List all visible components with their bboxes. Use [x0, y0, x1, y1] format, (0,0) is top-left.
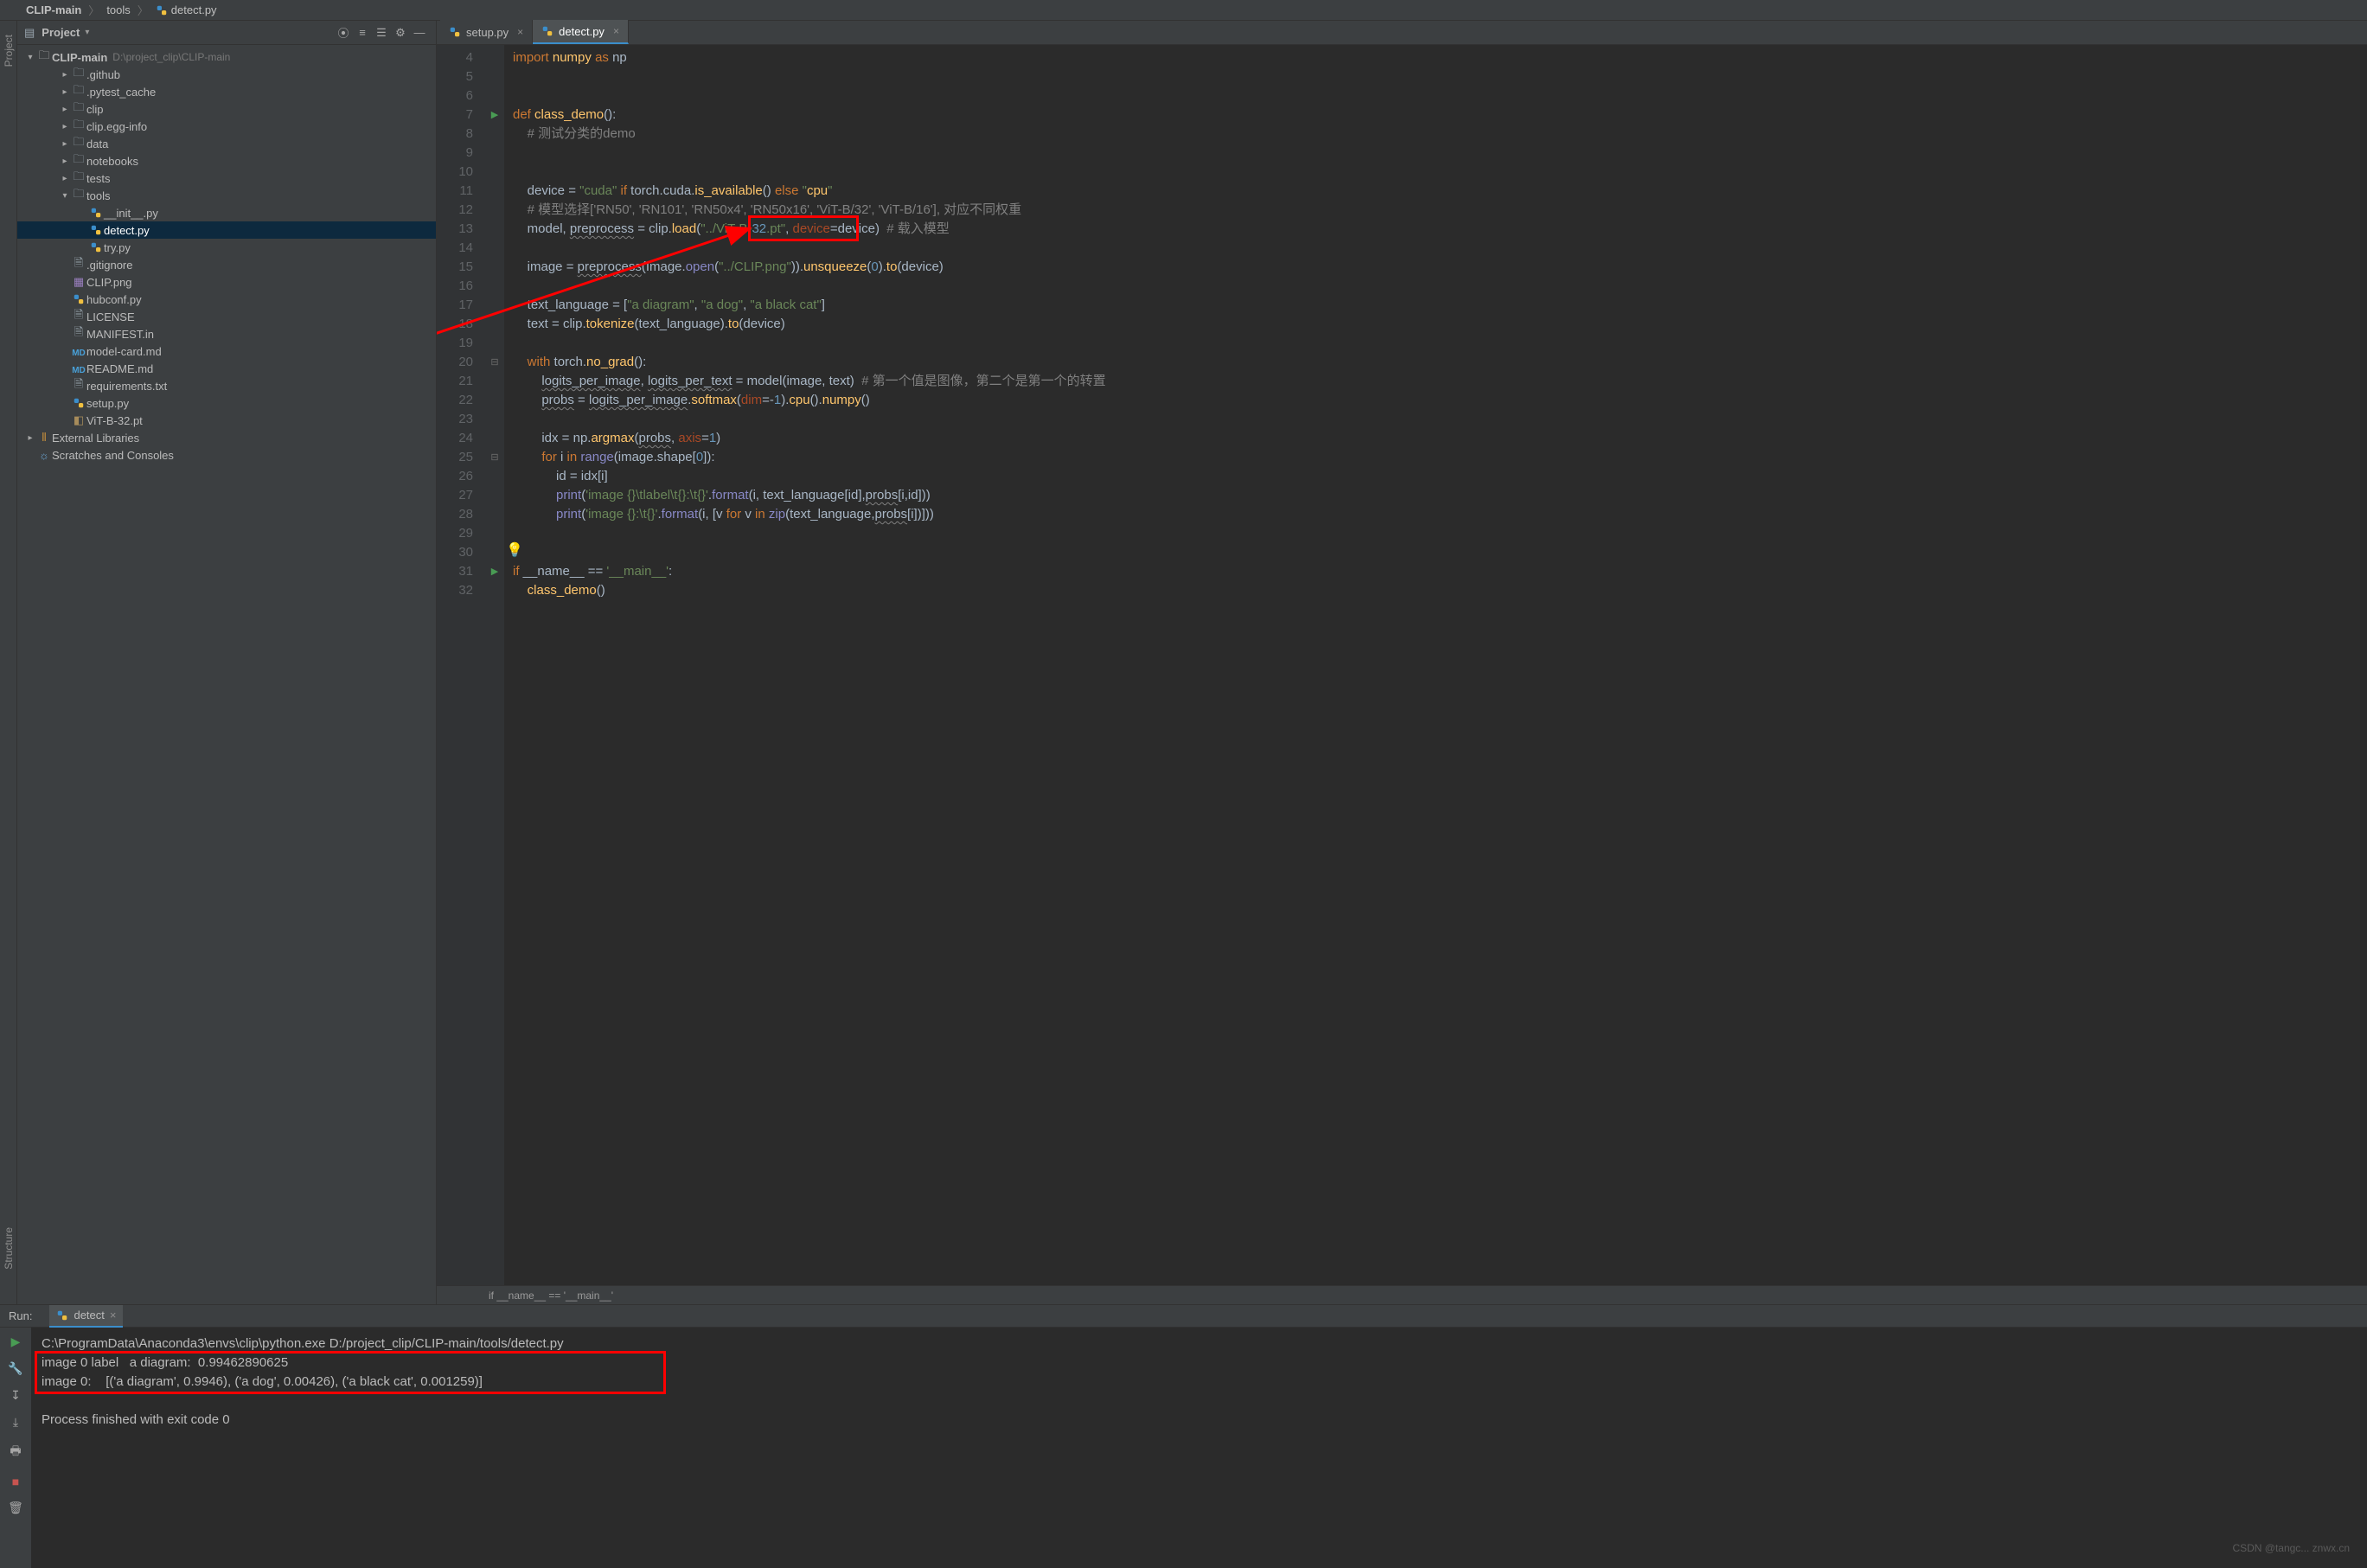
- breadcrumb-folder[interactable]: tools: [106, 3, 130, 16]
- editor-breadcrumb[interactable]: if __name__ == '__main__': [437, 1285, 2367, 1304]
- tree-item-__init__.py[interactable]: __init__.py: [17, 204, 436, 221]
- gutter-line-numbers: 4567891011121314151617181920212223242526…: [437, 45, 485, 1285]
- close-icon[interactable]: ×: [110, 1309, 117, 1322]
- gear-icon[interactable]: ⚙: [391, 26, 410, 40]
- tree-item-tests[interactable]: ▸ 🗀 tests: [17, 170, 436, 187]
- tree-external-libraries[interactable]: ▸⫴External Libraries: [17, 429, 436, 446]
- tree-item-tools[interactable]: ▾ 🗀 tools: [17, 187, 436, 204]
- run-tab-detect[interactable]: detect ×: [49, 1305, 123, 1328]
- console-line: [42, 1392, 2357, 1411]
- tree-root[interactable]: ▾🗀CLIP-mainD:\project_clip\CLIP-main: [17, 48, 436, 66]
- project-toolwindow: ▤ Project ▾ ⦿ ≡ ☰ ⚙ — ▾🗀CLIP-mainD:\proj…: [17, 21, 437, 1304]
- tab-setup.py[interactable]: setup.py×: [440, 20, 533, 44]
- run-console[interactable]: C:\ProgramData\Anaconda3\envs\clip\pytho…: [31, 1328, 2367, 1568]
- run-toolbar: ▶ 🔧 ↧ ⤓ 🖶 ■ 🗑: [0, 1328, 31, 1568]
- breadcrumb: CLIP-main 〉 tools 〉 detect.py: [0, 0, 2367, 21]
- breadcrumb-project[interactable]: CLIP-main: [26, 3, 81, 16]
- collapse-all-icon[interactable]: ☰: [372, 26, 391, 40]
- tree-item-try.py[interactable]: try.py: [17, 239, 436, 256]
- project-title[interactable]: Project: [35, 26, 80, 39]
- tree-item-model-card.md[interactable]: MD model-card.md: [17, 342, 436, 360]
- tree-item-MANIFEST.in[interactable]: 🗎 MANIFEST.in: [17, 325, 436, 342]
- close-icon[interactable]: ×: [514, 26, 523, 38]
- tree-item-LICENSE[interactable]: 🗎 LICENSE: [17, 308, 436, 325]
- folder-icon: ▤: [24, 26, 35, 40]
- stop-icon[interactable]: ■: [12, 1475, 19, 1488]
- toolwindow-project[interactable]: Project: [3, 35, 15, 67]
- rerun-icon[interactable]: ▶: [11, 1334, 21, 1349]
- left-toolwindow-bar: Project Structure: [0, 21, 17, 1304]
- tree-item-notebooks[interactable]: ▸ 🗀 notebooks: [17, 152, 436, 170]
- step-down-icon[interactable]: ↧: [10, 1388, 21, 1403]
- editor-breadcrumb-text: if __name__ == '__main__': [489, 1290, 613, 1302]
- tab-detect.py[interactable]: detect.py×: [533, 20, 629, 44]
- close-icon[interactable]: ×: [610, 25, 619, 37]
- code-content[interactable]: import numpy as np def class_demo(): # 测…: [504, 45, 1106, 1285]
- gutter-markers[interactable]: ▶⊟⊟▶: [485, 45, 504, 1285]
- minimize-icon[interactable]: —: [410, 26, 429, 39]
- editor-area: setup.py× detect.py× 4567891011121314151…: [437, 21, 2367, 1304]
- highlight-box-console-output: [35, 1351, 666, 1394]
- toolwindow-structure[interactable]: Structure: [3, 1227, 15, 1270]
- toggle-tools-icon[interactable]: 🔧: [8, 1361, 22, 1376]
- scroll-to-end-icon[interactable]: ⤓: [13, 1415, 18, 1430]
- tree-item-requirements.txt[interactable]: 🗎 requirements.txt: [17, 377, 436, 394]
- chevron-right-icon: 〉: [85, 2, 103, 18]
- expand-all-icon[interactable]: ≡: [353, 26, 372, 39]
- tree-item-detect.py[interactable]: detect.py: [17, 221, 436, 239]
- python-icon: [56, 1309, 68, 1322]
- tree-scratches[interactable]: ☼Scratches and Consoles: [17, 446, 436, 464]
- tree-item-hubconf.py[interactable]: hubconf.py: [17, 291, 436, 308]
- tree-item-README.md[interactable]: MD README.md: [17, 360, 436, 377]
- watermark: CSDN @tangc... znwx.cn: [2232, 1542, 2350, 1554]
- run-label: Run:: [9, 1309, 49, 1322]
- lightbulb-icon[interactable]: 💡: [506, 541, 523, 560]
- chevron-down-icon[interactable]: ▾: [80, 28, 89, 37]
- tree-item-.gitignore[interactable]: 🗎 .gitignore: [17, 256, 436, 273]
- breadcrumb-file[interactable]: detect.py: [171, 3, 217, 16]
- editor-tabs: setup.py× detect.py×: [437, 21, 2367, 45]
- run-tab-label: detect: [74, 1309, 104, 1322]
- tree-item-ViT-B-32.pt[interactable]: ◧ ViT-B-32.pt: [17, 412, 436, 429]
- trash-icon[interactable]: 🗑: [8, 1501, 23, 1515]
- tree-item-data[interactable]: ▸ 🗀 data: [17, 135, 436, 152]
- project-header: ▤ Project ▾ ⦿ ≡ ☰ ⚙ —: [17, 21, 436, 45]
- console-line: Process finished with exit code 0: [42, 1411, 2357, 1430]
- tree-item-.pytest_cache[interactable]: ▸ 🗀 .pytest_cache: [17, 83, 436, 100]
- tree-item-clip[interactable]: ▸ 🗀 clip: [17, 100, 436, 118]
- python-icon: [156, 4, 168, 16]
- run-header: Run: detect ×: [0, 1305, 2367, 1328]
- project-tree[interactable]: ▾🗀CLIP-mainD:\project_clip\CLIP-main ▸ 🗀…: [17, 45, 436, 1304]
- tree-item-.github[interactable]: ▸ 🗀 .github: [17, 66, 436, 83]
- chevron-right-icon: 〉: [134, 2, 152, 18]
- code-editor[interactable]: 4567891011121314151617181920212223242526…: [437, 45, 2367, 1285]
- tree-item-setup.py[interactable]: setup.py: [17, 394, 436, 412]
- run-toolwindow: Run: detect × ▶ 🔧 ↧ ⤓ 🖶 ■ 🗑 C:\ProgramDa…: [0, 1304, 2367, 1568]
- target-icon[interactable]: ⦿: [334, 24, 353, 41]
- tree-item-CLIP.png[interactable]: ▦ CLIP.png: [17, 273, 436, 291]
- tree-item-clip.egg-info[interactable]: ▸ 🗀 clip.egg-info: [17, 118, 436, 135]
- print-icon[interactable]: 🖶: [10, 1442, 21, 1462]
